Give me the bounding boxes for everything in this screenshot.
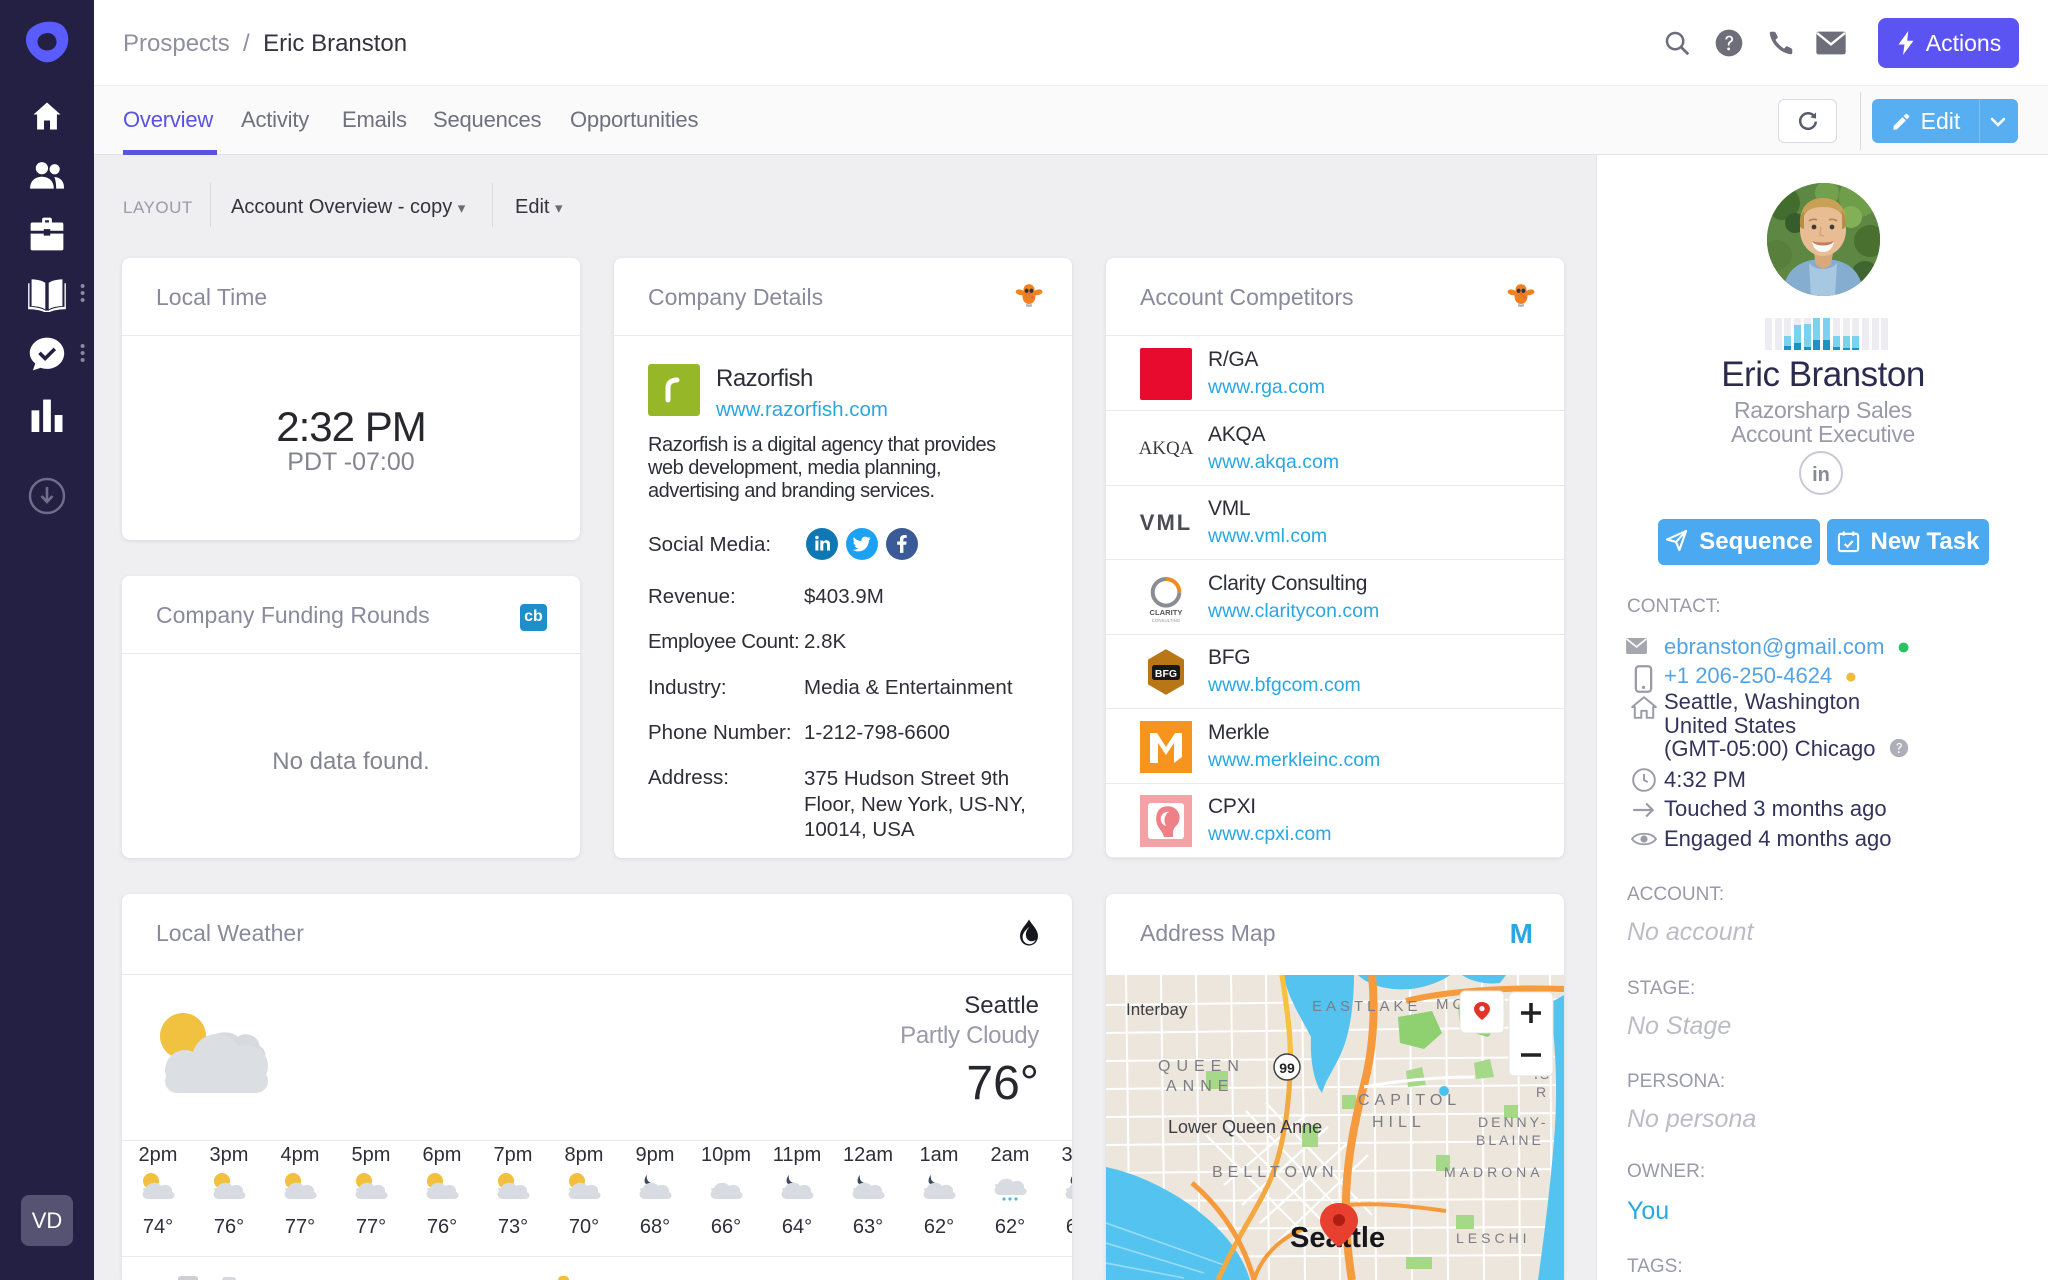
svg-text:CAPITOL: CAPITOL: [1358, 1092, 1461, 1109]
svg-text:Interbay: Interbay: [1126, 1000, 1188, 1019]
svg-text:R: R: [1536, 1084, 1548, 1100]
svg-text:BFG: BFG: [1155, 668, 1177, 680]
svg-text:DENNY-: DENNY-: [1478, 1114, 1548, 1130]
svg-text:EASTLAKE: EASTLAKE: [1312, 998, 1422, 1015]
svg-text:BLAINE: BLAINE: [1476, 1132, 1544, 1148]
svg-text:QUEEN: QUEEN: [1158, 1058, 1245, 1075]
svg-text:HILL: HILL: [1372, 1114, 1426, 1131]
svg-text:99: 99: [1279, 1060, 1295, 1076]
svg-text:LESCHI: LESCHI: [1456, 1230, 1531, 1246]
svg-text:CONSULTING: CONSULTING: [1152, 618, 1181, 623]
svg-text:BELLTOWN: BELLTOWN: [1212, 1164, 1339, 1181]
svg-text:Lower Queen Anne: Lower Queen Anne: [1168, 1117, 1322, 1137]
svg-text:MADRONA: MADRONA: [1444, 1164, 1544, 1180]
svg-text:CLARITY: CLARITY: [1150, 608, 1183, 617]
svg-text:ANNE: ANNE: [1166, 1078, 1234, 1095]
